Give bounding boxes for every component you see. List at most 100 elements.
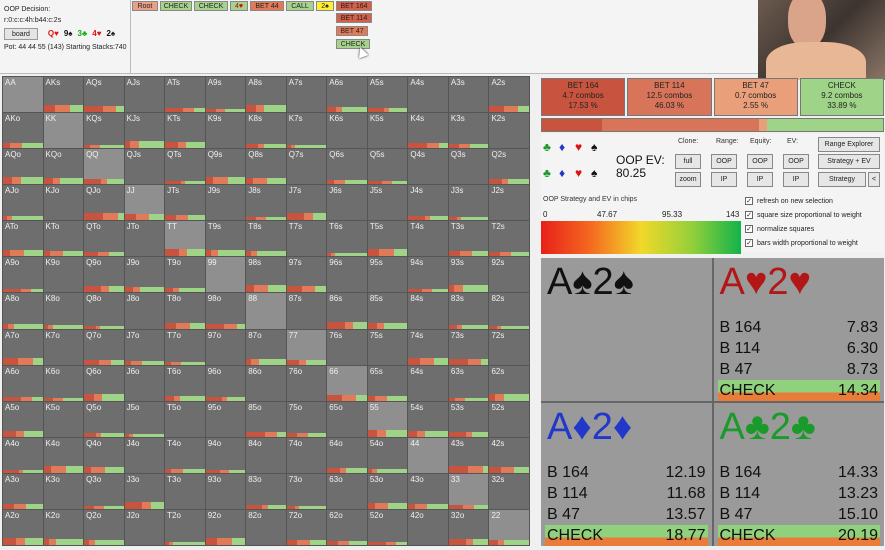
hand-cell[interactable]: K5s <box>367 113 408 149</box>
hand-cell[interactable]: 95o <box>205 401 246 437</box>
hand-cell[interactable]: J6s <box>327 185 367 221</box>
hand-cell[interactable]: K4s <box>408 113 448 149</box>
hand-cell[interactable]: 62o <box>327 509 367 545</box>
hand-cell[interactable]: 96o <box>205 365 246 401</box>
hand-cell[interactable]: TT <box>165 221 205 257</box>
hand-cell[interactable]: J5s <box>367 185 408 221</box>
hand-cell[interactable]: J5o <box>124 401 165 437</box>
hand-cell[interactable]: J2o <box>124 509 165 545</box>
hand-cell[interactable]: K3o <box>43 473 84 509</box>
hand-cell[interactable]: J4s <box>408 185 448 221</box>
hand-cell[interactable]: 64s <box>408 365 448 401</box>
hand-cell[interactable]: 65o <box>327 401 367 437</box>
hand-cell[interactable]: 84o <box>246 437 286 473</box>
hand-cell[interactable]: T9s <box>205 221 246 257</box>
board-button[interactable]: board <box>4 28 38 40</box>
summary-check[interactable]: CHECK 9.2 combos 33.89 % <box>799 78 884 116</box>
hand-cell[interactable]: KTs <box>165 113 205 149</box>
hand-cell[interactable]: 73o <box>286 473 327 509</box>
hand-cell[interactable]: T8o <box>165 293 205 329</box>
hand-cell[interactable]: K2o <box>43 509 84 545</box>
hand-cell[interactable]: AKo <box>3 113 43 149</box>
hand-cell[interactable]: Q7s <box>286 149 327 185</box>
hand-cell[interactable]: QJs <box>124 149 165 185</box>
clone-full-button[interactable]: full <box>675 154 701 169</box>
hand-cell[interactable]: 87s <box>286 293 327 329</box>
hand-cell[interactable]: 75o <box>286 401 327 437</box>
hand-cell[interactable]: K7s <box>286 113 327 149</box>
hand-cell[interactable]: T5s <box>367 221 408 257</box>
tree-node-check-1[interactable]: CHECK <box>160 1 192 11</box>
hand-cell[interactable]: 92o <box>205 509 246 545</box>
hand-cell[interactable]: AQs <box>84 77 124 113</box>
hand-cell[interactable]: 87o <box>246 329 286 365</box>
hand-cell[interactable]: 85s <box>367 293 408 329</box>
tree-node-bet-44[interactable]: BET 44 <box>250 1 284 11</box>
hand-cell[interactable]: 63s <box>448 365 489 401</box>
hand-cell[interactable]: AKs <box>43 77 84 113</box>
hand-cell[interactable]: KQo <box>43 149 84 185</box>
hand-cell[interactable]: KK <box>43 113 84 149</box>
suit-filter-icon[interactable]: ♣ <box>543 140 551 154</box>
hand-cell[interactable]: J7s <box>286 185 327 221</box>
hand-cell[interactable]: K8o <box>43 293 84 329</box>
hand-cell[interactable]: T6s <box>327 221 367 257</box>
hand-cell[interactable]: K9o <box>43 257 84 293</box>
hand-cell[interactable]: 52o <box>367 509 408 545</box>
hand-cell[interactable]: 94o <box>205 437 246 473</box>
hand-cell[interactable]: T7s <box>286 221 327 257</box>
hand-cell[interactable]: T3o <box>165 473 205 509</box>
hand-cell[interactable]: JTo <box>124 221 165 257</box>
range-ip-button[interactable]: IP <box>711 172 737 187</box>
strategy-button[interactable]: Strategy <box>818 172 866 187</box>
hand-cell[interactable]: 76o <box>286 365 327 401</box>
hand-cell[interactable]: J3o <box>124 473 165 509</box>
hand-cell[interactable]: 77 <box>286 329 327 365</box>
hand-cell[interactable]: T7o <box>165 329 205 365</box>
hand-cell[interactable]: 73s <box>448 329 489 365</box>
hand-cell[interactable]: 44 <box>408 437 448 473</box>
hand-cell[interactable]: 83o <box>246 473 286 509</box>
hand-cell[interactable]: K3s <box>448 113 489 149</box>
summary-bet-47[interactable]: BET 47 0.7 combos 2.55 % <box>713 78 798 116</box>
hand-cell[interactable]: 93s <box>448 257 489 293</box>
suit-filter-icon[interactable]: ♦ <box>559 140 565 154</box>
hand-cell[interactable]: AJs <box>124 77 165 113</box>
hand-cell[interactable]: Q4s <box>408 149 448 185</box>
hand-cell[interactable]: Q9o <box>84 257 124 293</box>
hand-cell[interactable]: Q2s <box>489 149 529 185</box>
suit-filter-icon[interactable]: ♠ <box>591 140 597 154</box>
hand-cell[interactable]: A9o <box>3 257 43 293</box>
hand-cell[interactable]: AQo <box>3 149 43 185</box>
hand-cell[interactable]: KTo <box>43 221 84 257</box>
hand-cell[interactable]: 84s <box>408 293 448 329</box>
hand-cell[interactable]: 54o <box>367 437 408 473</box>
hand-cell[interactable]: K2s <box>489 113 529 149</box>
hand-cell[interactable]: K6o <box>43 365 84 401</box>
hand-cell[interactable]: 95s <box>367 257 408 293</box>
combo-card[interactable]: A♦2♦ B 164 12.19 B 114 11.68 B 47 13.57 CHECK 18… <box>541 403 712 546</box>
hand-cell[interactable]: 43s <box>448 437 489 473</box>
hand-cell[interactable]: 97o <box>205 329 246 365</box>
suit-filter-icon[interactable]: ♥ <box>575 166 582 180</box>
hand-cell[interactable]: Q3o <box>84 473 124 509</box>
tree-node-bet-114[interactable]: BET 114 <box>336 13 372 23</box>
summary-bet-164[interactable]: BET 164 4.7 combos 17.53 % <box>541 78 626 116</box>
checkbox-normalize[interactable]: ✓ normalize squares <box>745 222 862 236</box>
hand-cell[interactable]: 98o <box>205 293 246 329</box>
checkbox-bars-width[interactable]: ✓ bars width proportional to weight <box>745 236 862 250</box>
ev-oop-button[interactable]: OOP <box>783 154 809 169</box>
suit-filter-icon[interactable]: ♠ <box>591 166 597 180</box>
hand-cell[interactable]: 96s <box>327 257 367 293</box>
hand-cell[interactable]: AJo <box>3 185 43 221</box>
strategy-ev-button[interactable]: Strategy + EV <box>818 154 880 169</box>
hand-cell[interactable]: 72o <box>286 509 327 545</box>
hand-cell[interactable]: Q5s <box>367 149 408 185</box>
hand-cell[interactable]: 88 <box>246 293 286 329</box>
hand-cell[interactable]: A7s <box>286 77 327 113</box>
tree-node-bet-164[interactable]: BET 164 <box>336 1 372 11</box>
hand-cell[interactable]: T8s <box>246 221 286 257</box>
hand-cell[interactable]: 74o <box>286 437 327 473</box>
hand-cell[interactable]: Q7o <box>84 329 124 365</box>
equity-oop-button[interactable]: OOP <box>747 154 773 169</box>
